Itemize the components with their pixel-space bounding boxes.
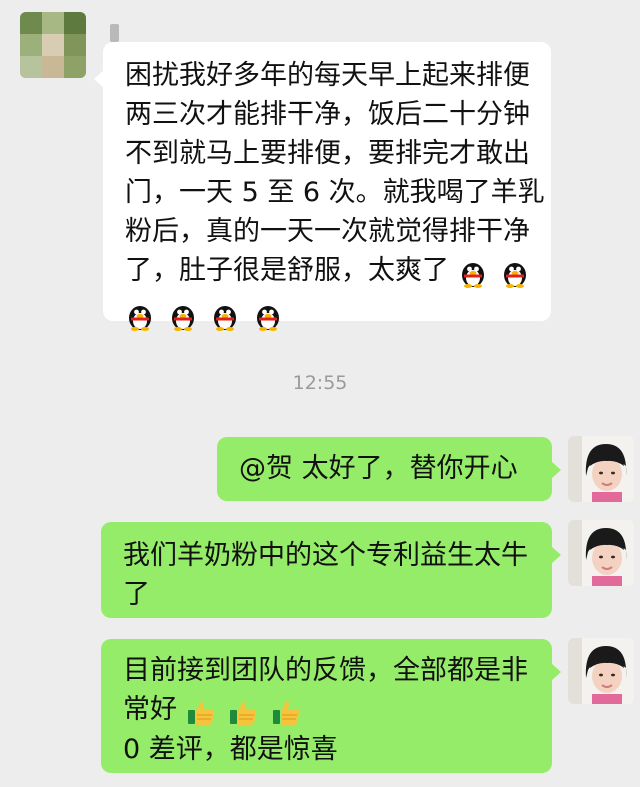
outgoing-message-bubble[interactable]: 目前接到团队的反馈，全部都是非 常好 0 差评，都是惊喜 (101, 639, 561, 773)
message-timestamp: 12:55 (292, 372, 348, 394)
emoji-line (125, 291, 551, 334)
sender-name-redacted (110, 24, 119, 42)
message-line: 了，肚子很是舒服，太爽了 (125, 255, 449, 286)
message-line: 门，一天 5 至 6 次。就我喝了羊乳 (125, 177, 545, 208)
qq-penguin-icon (256, 305, 279, 331)
qq-penguin-icon (171, 305, 194, 331)
message-line-with-emoji: 了，肚子很是舒服，太爽了 (125, 251, 551, 291)
message-line: 0 差评，都是惊喜 (123, 734, 338, 765)
message-line: @贺 太好了，替你开心 (239, 453, 518, 484)
message-line: 了 (123, 579, 150, 610)
message-line: 困扰我好多年的每天早上起来排便 (125, 60, 530, 91)
my-avatar[interactable] (568, 638, 634, 704)
qq-penguin-icon (214, 305, 237, 331)
qq-penguin-icon (504, 262, 527, 288)
incoming-message-bubble[interactable]: 困扰我好多年的每天早上起来排便 两三次才能排干净，饭后二十分钟 不到就马上要排便… (94, 42, 551, 331)
message-line: 不到就马上要排便，要排完才敢出 (125, 138, 530, 169)
qq-penguin-icon (461, 262, 484, 288)
message-line: 我们羊奶粉中的这个专利益生太牛 (123, 540, 528, 571)
outgoing-message-bubble[interactable]: @贺 太好了，替你开心 (217, 437, 561, 501)
message-line: 常好 (123, 694, 177, 725)
message-line: 粉后，真的一天一次就觉得排干净 (125, 216, 530, 247)
contact-avatar[interactable] (20, 12, 86, 78)
message-line-with-emoji: 常好 (123, 690, 552, 730)
my-avatar[interactable] (568, 436, 634, 502)
thumbs-up-icon (230, 700, 257, 725)
qq-penguin-icon (129, 305, 151, 331)
message-line: 两三次才能排干净，饭后二十分钟 (125, 99, 530, 130)
outgoing-message-bubble[interactable]: 我们羊奶粉中的这个专利益生太牛 了 (101, 522, 561, 618)
thumbs-up-icon (272, 700, 300, 725)
thumbs-up-icon (187, 700, 214, 725)
emoji-row (458, 252, 535, 291)
emoji-row (186, 691, 305, 730)
my-avatar[interactable] (568, 520, 634, 586)
message-line: 目前接到团队的反馈，全部都是非 (123, 655, 528, 686)
